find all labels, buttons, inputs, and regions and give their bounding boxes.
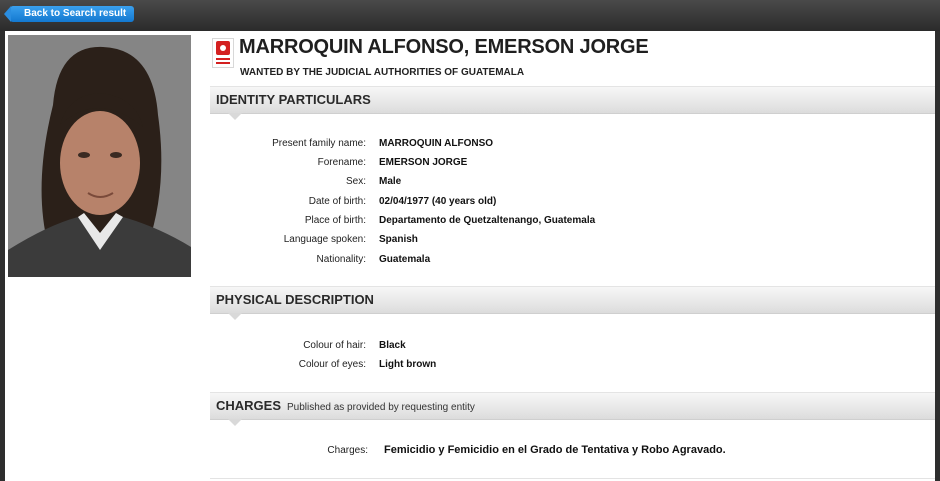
charges-title-text: CHARGES: [216, 398, 282, 413]
interpol-logo-icon: [212, 38, 234, 68]
label-nationality: Nationality:: [316, 254, 366, 265]
charges-title: CHARGES Published as provided by requesti…: [216, 398, 475, 413]
value-sex: Male: [379, 176, 402, 187]
identity-title: IDENTITY PARTICULARS: [216, 92, 371, 107]
value-place-of-birth: Departamento de Quetzaltenango, Guatemal…: [379, 215, 596, 226]
physical-section-header: PHYSICAL DESCRIPTION: [210, 286, 935, 320]
label-eye-colour: Colour of eyes:: [298, 359, 366, 370]
value-nationality: Guatemala: [379, 254, 431, 265]
section-notch: [228, 313, 242, 320]
label-date-of-birth: Date of birth:: [308, 196, 366, 207]
value-language: Spanish: [379, 234, 418, 245]
label-forename: Forename:: [317, 157, 366, 168]
value-charges: Femicidio y Femicidio en el Grado de Ten…: [384, 444, 726, 456]
value-eye-colour: Light brown: [379, 359, 437, 370]
charges-subtitle: Published as provided by requesting enti…: [287, 402, 475, 413]
physical-title: PHYSICAL DESCRIPTION: [216, 292, 374, 307]
value-date-of-birth: 02/04/1977 (40 years old): [379, 196, 497, 207]
frame-right: [935, 31, 940, 481]
bottom-divider: [210, 478, 935, 479]
value-hair-colour: Black: [379, 340, 406, 351]
section-notch: [228, 419, 242, 426]
label-language: Language spoken:: [283, 234, 366, 245]
label-family-name: Present family name:: [272, 138, 366, 149]
person-name: MARROQUIN ALFONSO, EMERSON JORGE: [239, 36, 649, 58]
identity-section-header: IDENTITY PARTICULARS: [210, 86, 935, 120]
label-hair-colour: Colour of hair:: [303, 340, 366, 351]
section-notch: [228, 113, 242, 120]
frame-left: [0, 31, 5, 481]
label-charges: Charges:: [327, 445, 368, 456]
back-to-search-button[interactable]: Back to Search result: [3, 6, 135, 22]
value-forename: EMERSON JORGE: [379, 157, 468, 168]
charges-section-header: CHARGES Published as provided by requesti…: [210, 392, 935, 426]
wanted-by-text: WANTED BY THE JUDICIAL AUTHORITIES OF GU…: [240, 67, 525, 78]
top-bar: Back to Search result: [0, 0, 940, 31]
person-photo: [8, 35, 191, 277]
value-family-name: MARROQUIN ALFONSO: [379, 138, 494, 149]
label-sex: Sex:: [345, 176, 366, 187]
label-place-of-birth: Place of birth:: [304, 215, 366, 226]
